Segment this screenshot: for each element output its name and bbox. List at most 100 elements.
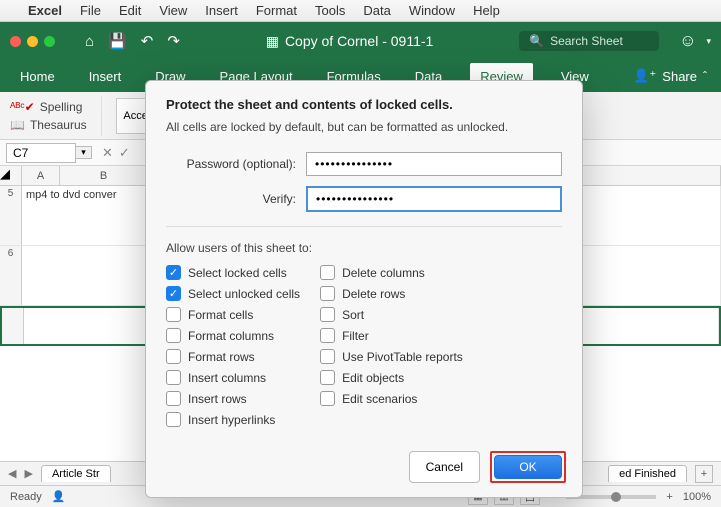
perm-label: Edit scenarios [342,392,417,406]
checkbox[interactable]: ✓ [166,265,181,280]
mac-menu-tools[interactable]: Tools [315,3,345,18]
perm-filter[interactable]: Filter [320,328,463,343]
checkbox[interactable] [320,265,335,280]
sheet-nav-prev-icon[interactable]: ◀ [8,467,16,480]
row-header-6[interactable]: 6 [0,246,22,305]
accessibility-status-icon[interactable]: 👤 [52,490,66,503]
maximize-window-button[interactable] [44,36,55,47]
name-box-dropdown[interactable]: ▾ [76,146,92,159]
mac-app-name[interactable]: Excel [28,3,62,18]
checkbox[interactable] [166,307,181,322]
save-icon[interactable]: 💾 [108,32,127,50]
sheet-nav-next-icon[interactable]: ▶ [24,467,32,480]
zoom-level[interactable]: 100% [683,491,711,503]
allow-users-label: Allow users of this sheet to: [166,241,562,255]
window-controls [10,36,55,47]
row-header-5[interactable]: 5 [0,186,22,245]
mac-menu-edit[interactable]: Edit [119,3,141,18]
password-input[interactable] [306,152,562,176]
perm-format-rows[interactable]: Format rows [166,349,300,364]
undo-icon[interactable]: ↶ [141,32,154,50]
perm-insert-columns[interactable]: Insert columns [166,370,300,385]
thesaurus-button[interactable]: 📖Thesaurus [10,118,87,132]
thesaurus-label: Thesaurus [30,118,87,132]
checkbox[interactable]: ✓ [166,286,181,301]
zoom-in-button[interactable]: + [666,491,672,503]
mac-menu-window[interactable]: Window [409,3,455,18]
cell-a7[interactable] [24,308,150,344]
share-label: Share [662,69,697,84]
verify-input[interactable] [306,186,562,212]
select-all-corner[interactable]: ◢ [0,166,22,185]
tab-home[interactable]: Home [14,63,61,90]
minimize-window-button[interactable] [27,36,38,47]
share-button[interactable]: 👤⁺ Share ˆ [633,68,707,84]
sheet-tab-2[interactable]: ed Finished [608,465,687,482]
search-sheet-input[interactable]: 🔍 Search Sheet [519,31,659,51]
perm-delete-columns[interactable]: Delete columns [320,265,463,280]
perm-edit-scenarios[interactable]: Edit scenarios [320,391,463,406]
redo-icon[interactable]: ↷ [167,32,180,50]
perm-use-pivottable-reports[interactable]: Use PivotTable reports [320,349,463,364]
feedback-icon[interactable]: ☺ [679,31,696,51]
document-title-text: Copy of Cornel - 0911-1 [285,33,433,49]
checkbox[interactable] [166,370,181,385]
mac-menu-insert[interactable]: Insert [205,3,238,18]
perm-label: Select unlocked cells [188,287,300,301]
perm-format-cells[interactable]: Format cells [166,307,300,322]
checkbox[interactable] [166,391,181,406]
perm-label: Select locked cells [188,266,287,280]
perm-insert-hyperlinks[interactable]: Insert hyperlinks [166,412,300,427]
ok-button[interactable]: OK [494,455,562,479]
checkbox[interactable] [320,307,335,322]
cancel-button[interactable]: Cancel [409,451,480,483]
name-box[interactable]: C7 [6,143,76,163]
perm-select-locked-cells[interactable]: ✓ Select locked cells [166,265,300,280]
cancel-formula-icon[interactable]: ✕ [102,145,113,161]
confirm-formula-icon[interactable]: ✓ [119,145,130,161]
perm-label: Use PivotTable reports [342,350,463,364]
spelling-button[interactable]: ᴬᴮᶜ✔ Spelling [10,100,87,114]
cell-a5[interactable]: mp4 to dvd conver [22,186,148,245]
checkbox[interactable] [320,328,335,343]
feedback-dropdown-icon[interactable]: ▾ [706,36,711,47]
perm-insert-rows[interactable]: Insert rows [166,391,300,406]
perm-label: Insert columns [188,371,266,385]
checkbox[interactable] [320,349,335,364]
close-window-button[interactable] [10,36,21,47]
checkbox[interactable] [320,370,335,385]
collapse-ribbon-icon[interactable]: ˆ [703,69,707,83]
row-header-7[interactable] [2,308,24,344]
search-placeholder: Search Sheet [550,34,623,48]
perm-edit-objects[interactable]: Edit objects [320,370,463,385]
mac-menubar: Excel File Edit View Insert Format Tools… [0,0,721,22]
mac-menu-format[interactable]: Format [256,3,297,18]
perm-select-unlocked-cells[interactable]: ✓ Select unlocked cells [166,286,300,301]
perm-label: Format columns [188,329,274,343]
perm-format-columns[interactable]: Format columns [166,328,300,343]
mac-menu-help[interactable]: Help [473,3,500,18]
spelling-label: Spelling [40,100,83,114]
col-header-a[interactable]: A [22,166,60,185]
perm-label: Filter [342,329,369,343]
mac-menu-view[interactable]: View [159,3,187,18]
checkbox[interactable] [320,286,335,301]
checkbox[interactable] [166,349,181,364]
tab-insert[interactable]: Insert [83,63,128,90]
spelling-icon: ᴬᴮᶜ✔ [10,100,35,114]
sheet-tab-1[interactable]: Article Str [41,465,111,482]
perm-label: Insert rows [188,392,247,406]
add-sheet-button[interactable]: + [695,465,713,483]
mac-menu-file[interactable]: File [80,3,101,18]
dialog-subtitle: All cells are locked by default, but can… [166,120,562,134]
mac-menu-data[interactable]: Data [363,3,390,18]
cell-a6[interactable] [22,246,148,305]
col-header-b[interactable]: B [60,166,148,185]
checkbox[interactable] [166,328,181,343]
checkbox[interactable] [166,412,181,427]
perm-label: Format rows [188,350,255,364]
perm-sort[interactable]: Sort [320,307,463,322]
checkbox[interactable] [320,391,335,406]
home-icon[interactable]: ⌂ [85,33,94,50]
perm-delete-rows[interactable]: Delete rows [320,286,463,301]
